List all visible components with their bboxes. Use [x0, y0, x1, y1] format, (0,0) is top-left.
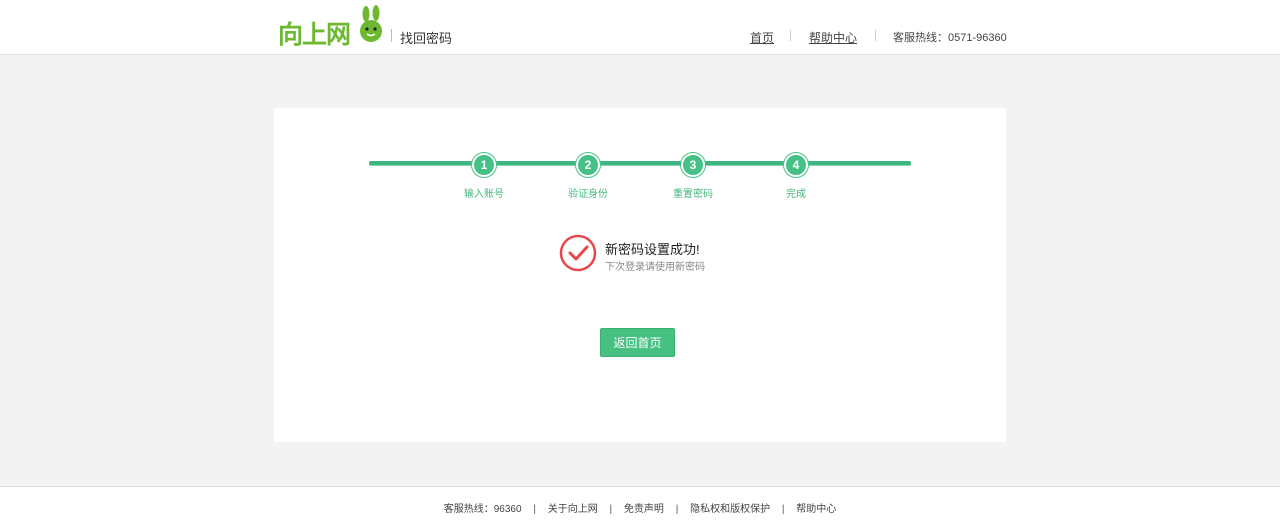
- site-logo[interactable]: 向上网: [278, 5, 386, 49]
- step-2-label: 验证身份: [568, 189, 608, 200]
- success-title: 新密码设置成功!: [605, 242, 700, 257]
- back-home-button[interactable]: 返回首页: [600, 328, 675, 357]
- success-subtitle: 下次登录请使用新密码: [605, 262, 705, 273]
- site-footer: 客服热线：96360 | 关于向上网 | 免责声明 | 隐私权和版权保护 | 帮…: [0, 486, 1280, 524]
- nav-divider: [790, 30, 791, 41]
- footer-divider: |: [675, 504, 679, 515]
- bunny-mascot-icon: [360, 5, 382, 42]
- step-3-label: 重置密码: [673, 189, 713, 200]
- header-hotline: 客服热线：0571-96360: [893, 32, 1007, 44]
- footer-disclaimer-link[interactable]: 免责声明: [624, 504, 664, 515]
- step-3-circle: 3: [681, 153, 705, 177]
- step-4-circle: 4: [784, 153, 808, 177]
- footer-divider: |: [781, 504, 785, 515]
- reset-password-card: 1 输入账号 2 验证身份 3 重置密码 4 完成 新密码设置成功! 下次登录请…: [274, 108, 1006, 442]
- footer-hotline: 客服热线：96360: [443, 504, 522, 515]
- footer-links: 客服热线：96360 | 关于向上网 | 免责声明 | 隐私权和版权保护 | 帮…: [0, 500, 1280, 515]
- logo-text: 向上网: [278, 20, 351, 49]
- success-check-icon: [559, 234, 597, 272]
- footer-about-link[interactable]: 关于向上网: [548, 504, 598, 515]
- step-2-circle: 2: [576, 153, 600, 177]
- footer-help-link[interactable]: 帮助中心: [796, 504, 836, 515]
- nav-help-link[interactable]: 帮助中心: [809, 29, 857, 46]
- footer-divider: |: [533, 504, 536, 515]
- nav-home-link[interactable]: 首页: [750, 29, 774, 46]
- footer-divider: |: [609, 504, 613, 515]
- step-4-label: 完成: [786, 189, 806, 200]
- step-1-circle: 1: [472, 153, 496, 177]
- footer-privacy-link[interactable]: 隐私权和版权保护: [690, 504, 770, 515]
- nav-divider: [875, 30, 876, 41]
- header-divider: [391, 29, 392, 42]
- step-1-label: 输入账号: [464, 189, 504, 200]
- progress-track: [369, 161, 911, 165]
- page-title: 找回密码: [400, 31, 453, 46]
- top-header: 向上网 找回密码 首页 帮助中心 客服热线：0571-96360: [0, 0, 1280, 55]
